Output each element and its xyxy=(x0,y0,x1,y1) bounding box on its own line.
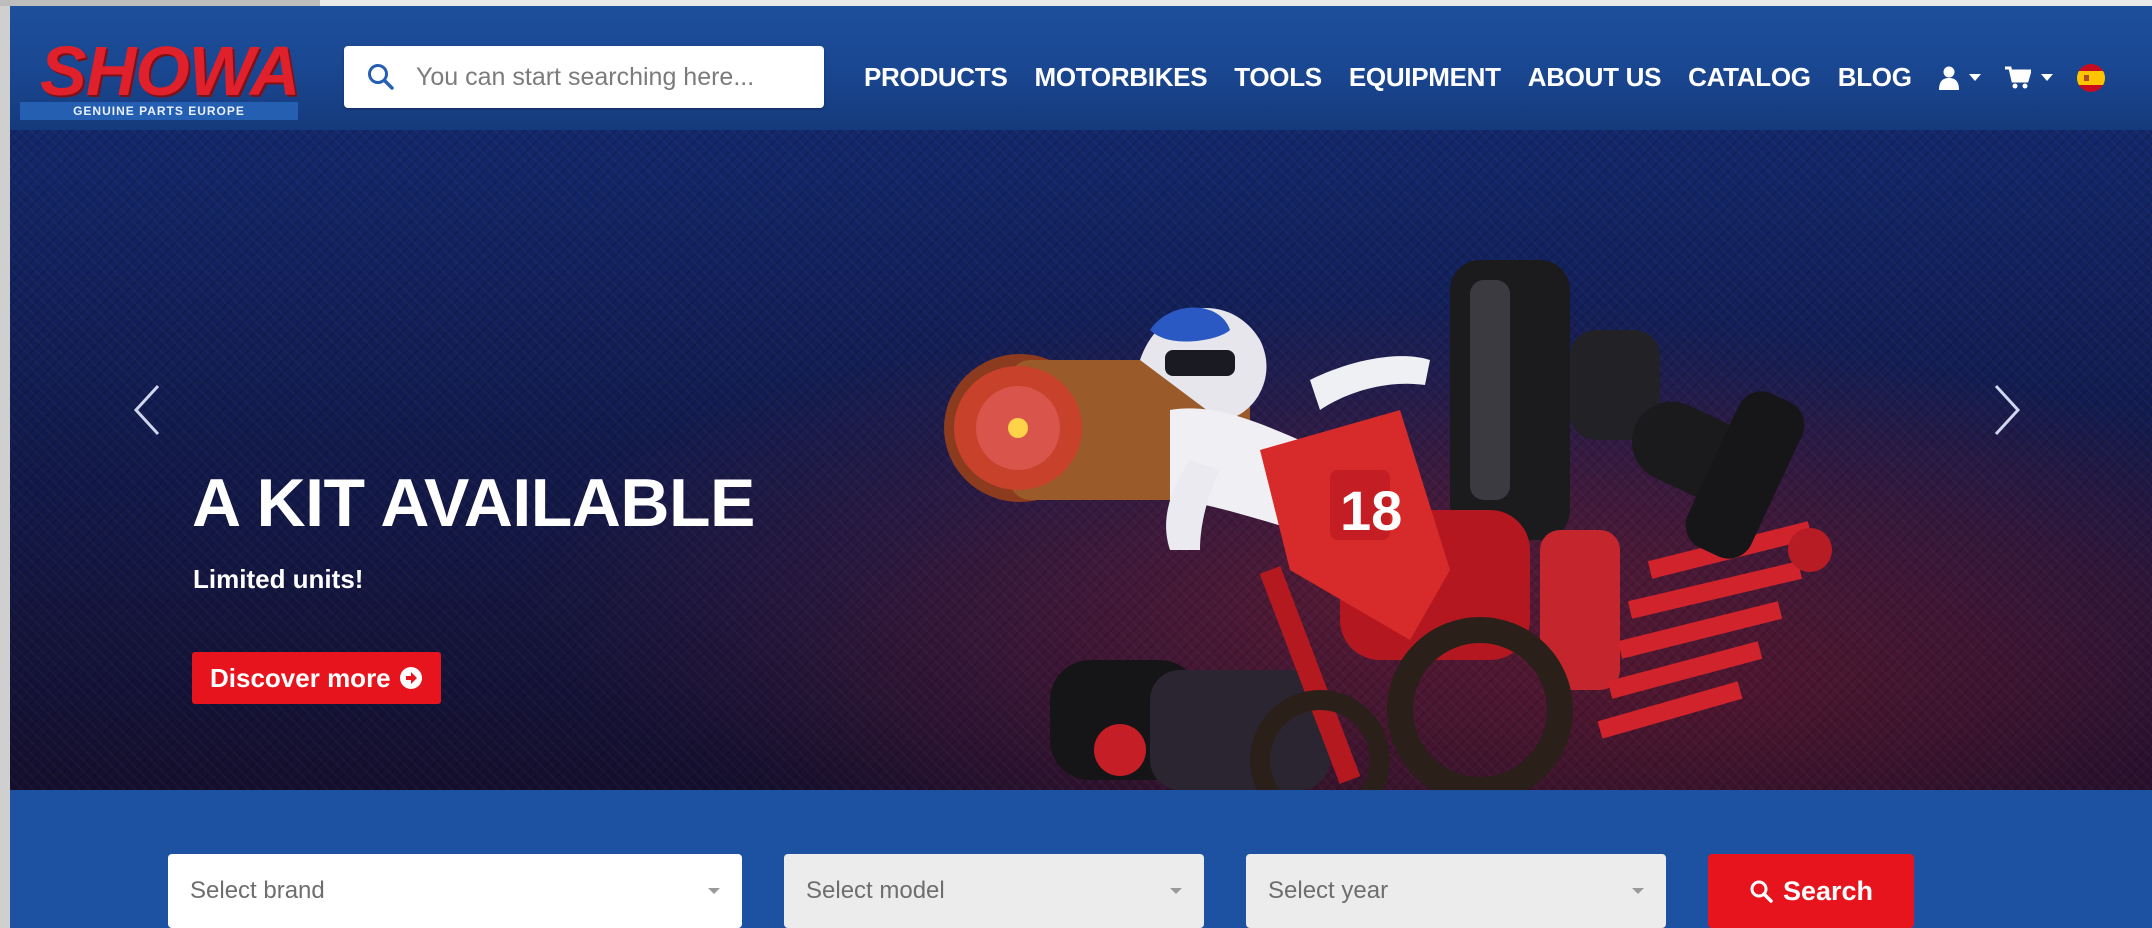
nav-equipment[interactable]: EQUIPMENT xyxy=(1349,62,1501,93)
model-select[interactable]: Select model xyxy=(784,854,1204,928)
search-icon xyxy=(1750,880,1773,903)
model-select-placeholder: Select model xyxy=(806,877,945,904)
nav-motorbikes[interactable]: MOTORBIKES xyxy=(1035,62,1208,93)
arrow-circle-right-icon xyxy=(399,667,422,689)
carousel-prev-icon[interactable] xyxy=(128,380,168,440)
filter-search-label: Search xyxy=(1782,875,1874,906)
spain-flag-icon[interactable] xyxy=(2076,63,2105,92)
hero-product-image: 18 xyxy=(944,260,1832,790)
search-input[interactable] xyxy=(414,61,818,93)
chevron-down-icon xyxy=(1632,888,1644,894)
logo-tagline: GENUINE PARTS EUROPE xyxy=(20,102,298,120)
site-header: SHOWA GENUINE PARTS EUROPE PRODUCTS MOTO… xyxy=(10,6,2152,130)
discover-more-label: Discover more xyxy=(210,662,391,693)
nav-tools[interactable]: TOOLS xyxy=(1234,62,1322,93)
main-nav: PRODUCTS MOTORBIKES TOOLS EQUIPMENT ABOU… xyxy=(864,62,2105,93)
user-icon xyxy=(1938,66,1959,90)
year-select-placeholder: Select year xyxy=(1268,877,1389,904)
hero-title: A KIT AVAILABLE xyxy=(192,465,755,541)
brand-select[interactable]: Select brand xyxy=(168,854,742,928)
nav-products[interactable]: PRODUCTS xyxy=(864,62,1008,93)
year-select[interactable]: Select year xyxy=(1246,854,1666,928)
discover-more-button[interactable]: Discover more xyxy=(192,652,441,704)
chevron-down-icon xyxy=(2040,74,2053,81)
vehicle-filter-bar: Select brand Select model Select year Se… xyxy=(10,790,2152,928)
nav-about-us[interactable]: ABOUT US xyxy=(1528,62,1662,93)
search-icon[interactable] xyxy=(366,62,396,92)
hero-banner: A KIT AVAILABLE Limited units! Discover … xyxy=(10,130,2152,790)
filter-search-button[interactable]: Search xyxy=(1708,854,1914,928)
brand-select-placeholder: Select brand xyxy=(190,877,325,904)
chevron-down-icon xyxy=(1968,74,1981,81)
carousel-next-icon[interactable] xyxy=(1986,380,2026,440)
logo-wordmark: SHOWA xyxy=(40,32,300,110)
nav-catalog[interactable]: CATALOG xyxy=(1688,62,1811,93)
cart-icon xyxy=(2004,66,2031,88)
hero-subtitle: Limited units! xyxy=(193,564,364,594)
nav-blog[interactable]: BLOG xyxy=(1838,62,1912,93)
page: SHOWA GENUINE PARTS EUROPE PRODUCTS MOTO… xyxy=(10,6,2152,928)
svg-text:18: 18 xyxy=(1340,479,1402,542)
cart-menu[interactable] xyxy=(2004,66,2053,90)
chevron-down-icon xyxy=(1170,888,1182,894)
user-menu[interactable] xyxy=(1938,66,1981,90)
showa-logo[interactable]: SHOWA GENUINE PARTS EUROPE xyxy=(20,36,318,122)
search-box xyxy=(344,46,824,108)
chevron-down-icon xyxy=(708,888,720,894)
fork-clamp xyxy=(1050,660,1330,790)
